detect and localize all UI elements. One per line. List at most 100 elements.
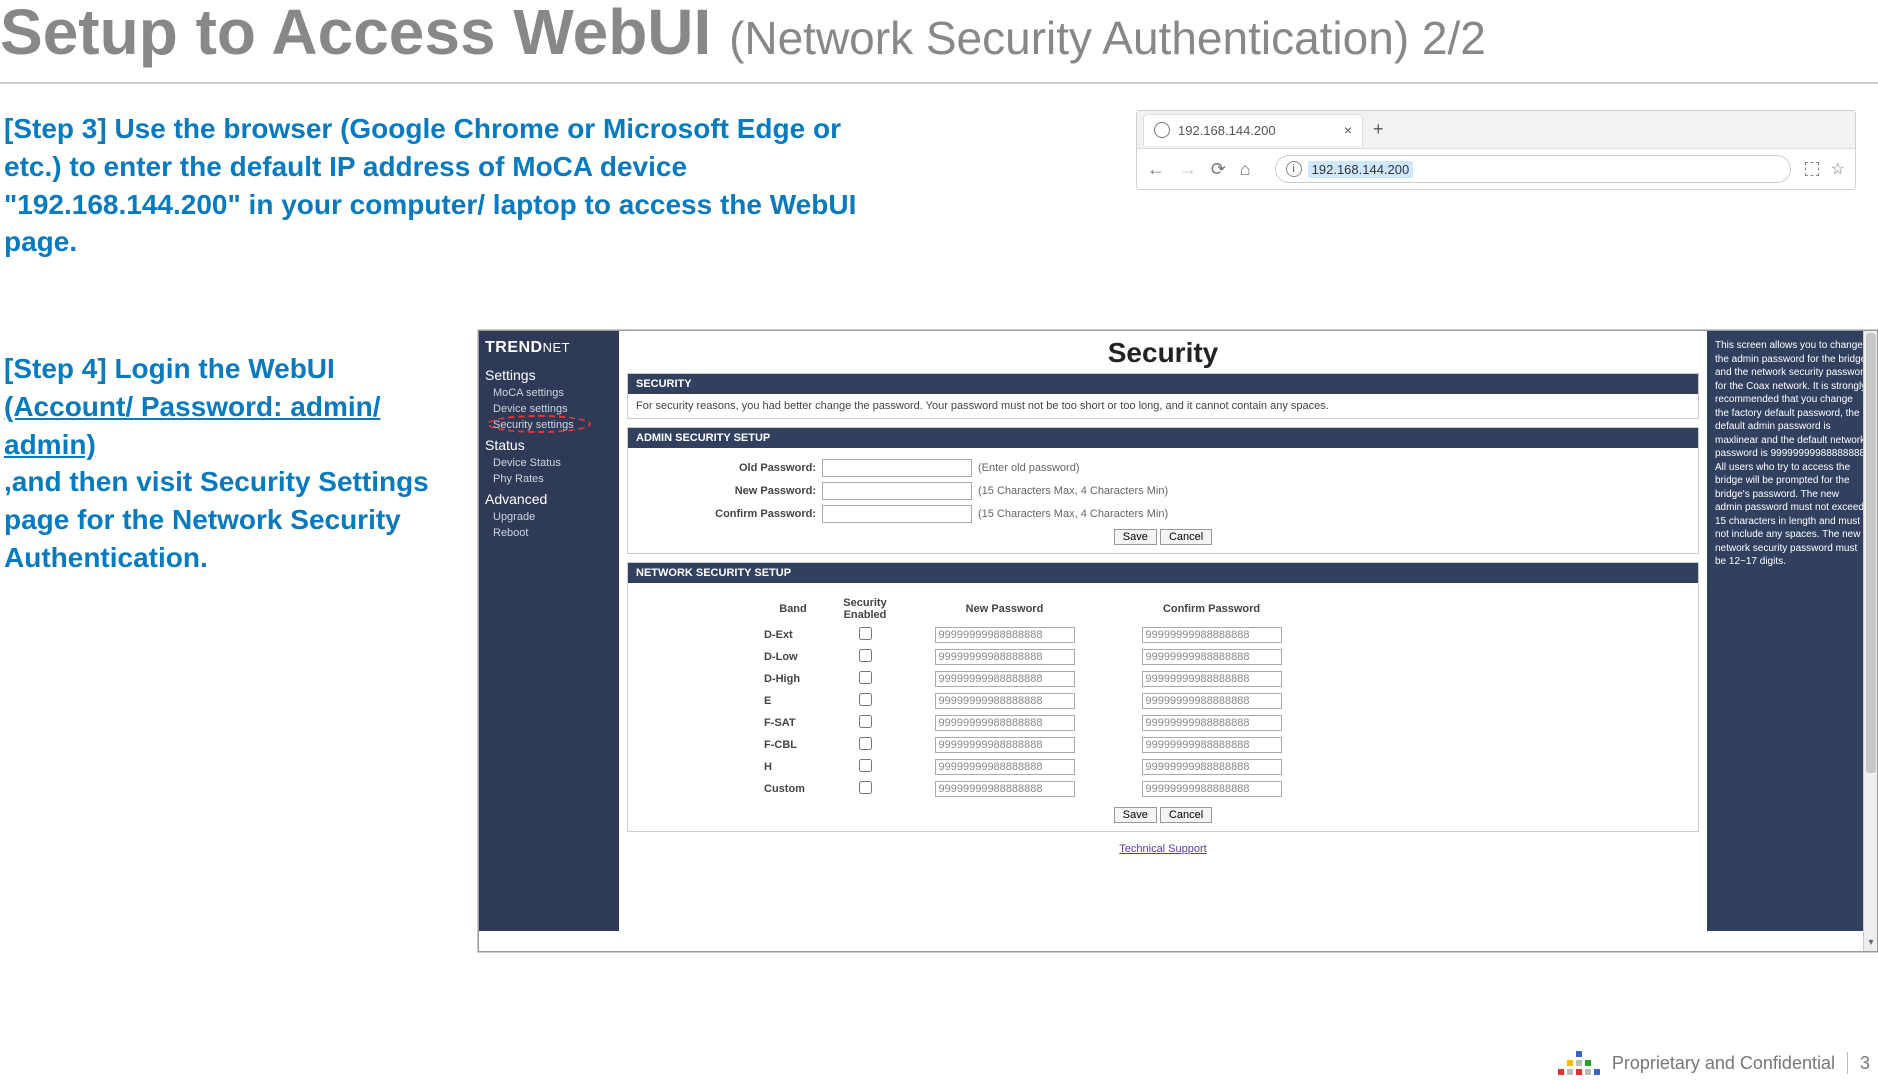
scrollbar-thumb[interactable] [1866,333,1876,773]
address-text: 192.168.144.200 [1308,161,1414,178]
col-band: Band [758,595,828,623]
browser-nav-icons: ← → ⟳ ⌂ [1147,159,1261,180]
sidebar-item-security[interactable]: Security settings [479,417,619,433]
security-checkbox[interactable] [859,649,872,662]
band-cell: Custom [758,779,828,799]
band-cell: F-CBL [758,735,828,755]
webui-help-panel: This screen allows you to change the adm… [1707,331,1877,931]
new-password-cell-input[interactable] [935,759,1075,775]
step4-line1: [Step 4] Login the WebUI [4,350,474,388]
footer: Proprietary and Confidential 3 [1558,1051,1870,1075]
sidebar-head-advanced: Advanced [479,487,619,509]
band-cell: H [758,757,828,777]
sidebar-item-phy[interactable]: Phy Rates [479,471,619,487]
new-password-cell-input[interactable] [935,781,1075,797]
confirm-password-cell-input[interactable] [1142,649,1282,665]
webui-scrollbar[interactable]: ▾ [1863,331,1877,951]
sidebar-item-reboot[interactable]: Reboot [479,525,619,541]
step4-line3: ,and then visit Security Settings page f… [4,463,474,576]
panel-admin-head: ADMIN SECURITY SETUP [628,428,1698,448]
new-password-cell-input[interactable] [935,671,1075,687]
address-bar[interactable]: i 192.168.144.200 [1275,155,1791,183]
step4-text: [Step 4] Login the WebUI (Account/ Passw… [4,350,474,577]
page-title: Setup to Access WebUI (Network Security … [0,0,1878,64]
scrollbar-down-icon[interactable]: ▾ [1864,937,1878,951]
security-checkbox[interactable] [859,715,872,728]
confirm-password-cell-input[interactable] [1142,759,1282,775]
band-cell: D-Ext [758,625,828,645]
new-tab-button[interactable]: + [1373,119,1384,140]
title-divider [0,82,1878,84]
forward-icon[interactable]: → [1179,159,1197,180]
browser-tab[interactable]: 192.168.144.200 × [1143,114,1363,146]
panel-security-head: SECURITY [628,374,1698,394]
table-row: D-High [758,669,1314,689]
page-number: 3 [1860,1053,1870,1074]
confirm-password-cell-input[interactable] [1142,671,1282,687]
browser-tab-title: 192.168.144.200 [1178,123,1336,138]
new-password-cell-input[interactable] [935,649,1075,665]
old-password-hint: (Enter old password) [978,462,1080,474]
admin-save-button[interactable]: Save [1114,529,1157,545]
browser-toolbar: ← → ⟳ ⌂ i 192.168.144.200 ☆ [1137,149,1855,189]
band-cell: E [758,691,828,711]
panel-network-head: NETWORK SECURITY SETUP [628,563,1698,583]
back-icon[interactable]: ← [1147,159,1165,180]
sidebar-head-status: Status [479,433,619,455]
footer-text: Proprietary and Confidential [1612,1053,1835,1074]
security-checkbox[interactable] [859,781,872,794]
network-table: Band Security Enabled New Password Confi… [756,593,1316,801]
webui-window: TRENDNET Settings MoCA settings Device s… [478,330,1878,952]
panel-security-body: For security reasons, you had better cha… [628,394,1698,418]
info-icon[interactable]: i [1286,161,1302,177]
confirm-password-cell-input[interactable] [1142,781,1282,797]
new-password-cell-input[interactable] [935,737,1075,753]
new-password-cell-input[interactable] [935,715,1075,731]
browser-window: 192.168.144.200 × + ← → ⟳ ⌂ i 192.168.14… [1136,110,1856,190]
security-checkbox[interactable] [859,759,872,772]
sidebar-item-upgrade[interactable]: Upgrade [479,509,619,525]
step3-text: [Step 3] Use the browser (Google Chrome … [4,110,864,261]
table-row: F-SAT [758,713,1314,733]
confirm-password-cell-input[interactable] [1142,627,1282,643]
sidebar-item-device[interactable]: Device settings [479,401,619,417]
qr-icon[interactable] [1805,162,1819,176]
new-password-input[interactable] [822,482,972,500]
new-password-cell-input[interactable] [935,693,1075,709]
panel-admin: ADMIN SECURITY SETUP Old Password: (Ente… [627,427,1699,554]
table-row: D-Ext [758,625,1314,645]
confirm-password-cell-input[interactable] [1142,737,1282,753]
brand-trend: TREND [485,339,543,356]
admin-cancel-button[interactable]: Cancel [1160,529,1212,545]
webui-sidebar: TRENDNET Settings MoCA settings Device s… [479,331,619,931]
sidebar-item-security-label: Security settings [493,419,574,431]
network-cancel-button[interactable]: Cancel [1160,807,1212,823]
technical-support-link[interactable]: Technical Support [619,840,1707,858]
security-checkbox[interactable] [859,693,872,706]
panel-network: NETWORK SECURITY SETUP Band Security Ena… [627,562,1699,832]
reload-icon[interactable]: ⟳ [1211,159,1226,180]
footer-divider [1847,1052,1848,1074]
col-cp: Confirm Password [1109,595,1314,623]
home-icon[interactable]: ⌂ [1240,159,1251,180]
bookmark-icon[interactable]: ☆ [1831,159,1845,179]
security-checkbox[interactable] [859,627,872,640]
sidebar-head-settings: Settings [479,363,619,385]
sidebar-item-moca[interactable]: MoCA settings [479,385,619,401]
new-password-cell-input[interactable] [935,627,1075,643]
step4-line2: (Account/ Password: admin/ admin) [4,388,474,464]
brand-logo: TRENDNET [479,335,619,363]
old-password-input[interactable] [822,459,972,477]
sidebar-item-devicestatus[interactable]: Device Status [479,455,619,471]
security-checkbox[interactable] [859,737,872,750]
confirm-password-input[interactable] [822,505,972,523]
confirm-password-cell-input[interactable] [1142,693,1282,709]
security-checkbox[interactable] [859,671,872,684]
browser-tabstrip: 192.168.144.200 × + [1137,111,1855,149]
band-cell: D-High [758,669,828,689]
confirm-password-cell-input[interactable] [1142,715,1282,731]
logo-dots-icon [1558,1051,1600,1075]
page-title-sub: (Network Security Authentication) 2/2 [729,12,1486,64]
network-save-button[interactable]: Save [1114,807,1157,823]
close-icon[interactable]: × [1344,122,1352,138]
